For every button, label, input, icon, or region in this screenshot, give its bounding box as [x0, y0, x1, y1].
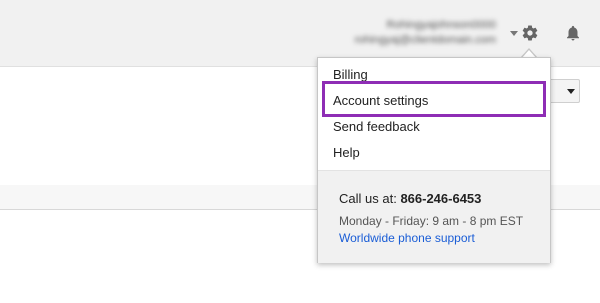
- settings-button[interactable]: [519, 22, 541, 44]
- highlight-box: [322, 81, 546, 117]
- support-hours: Monday - Friday: 9 am - 8 pm EST: [339, 214, 524, 228]
- support-panel: Call us at: 866-246-6453 Monday - Friday…: [318, 170, 550, 263]
- call-us-line: Call us at: 866-246-6453: [339, 191, 481, 206]
- gear-icon: [522, 25, 538, 41]
- account-switcher[interactable]: Rohingyajohnson0000 rohingyaj@clientdoma…: [334, 18, 524, 50]
- chevron-down-icon[interactable]: [510, 31, 518, 36]
- account-email: rohingyaj@clientdomain.com: [354, 34, 496, 46]
- support-phone-number: 866-246-6453: [400, 191, 482, 206]
- chevron-down-icon: [567, 89, 575, 94]
- call-us-label: Call us at:: [339, 191, 397, 206]
- menu-item-billing[interactable]: Billing: [333, 67, 368, 82]
- notifications-button[interactable]: [562, 22, 584, 44]
- menu-item-help[interactable]: Help: [333, 145, 360, 160]
- menu-item-send-feedback[interactable]: Send feedback: [333, 119, 420, 134]
- account-name: Rohingyajohnson0000: [386, 19, 496, 31]
- worldwide-phone-support-link[interactable]: Worldwide phone support: [339, 231, 475, 245]
- bell-icon: [567, 25, 579, 41]
